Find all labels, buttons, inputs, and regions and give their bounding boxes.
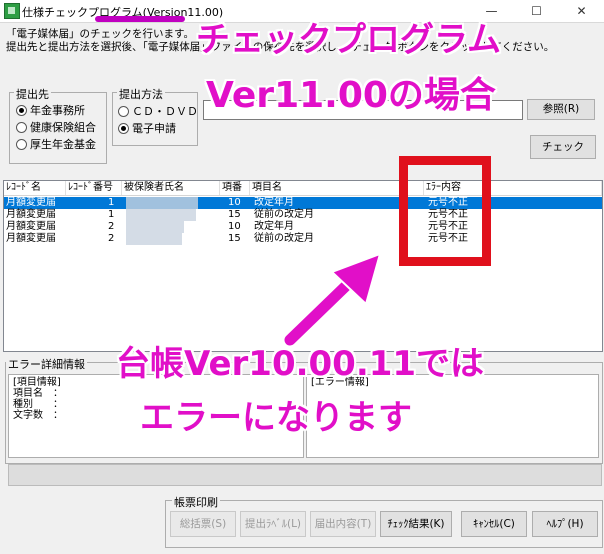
table-row[interactable]: 月額変更届 1 15 従前の改定月 元号不正 bbox=[4, 209, 602, 221]
close-button[interactable]: ✕ bbox=[559, 0, 604, 22]
check-button[interactable]: チェック bbox=[530, 135, 596, 159]
radio-electronic[interactable]: 電子申請 bbox=[118, 120, 176, 136]
annotation-arrow-icon bbox=[282, 252, 382, 348]
table-row[interactable]: 月額変更届 2 10 改定年月 元号不正 bbox=[4, 221, 602, 233]
radio-indicator bbox=[16, 104, 27, 116]
status-field bbox=[8, 464, 602, 486]
cell-record-no: 1 bbox=[108, 209, 115, 220]
cell-record-no: 2 bbox=[108, 233, 115, 244]
summary-button[interactable]: 総括票(S) bbox=[170, 511, 236, 537]
cell-record: 月額変更届 bbox=[6, 221, 56, 232]
submit-label-button[interactable]: 提出ﾗﾍﾞﾙ(L) bbox=[240, 511, 306, 537]
table-row[interactable]: 月額変更届 1 10 改定年月 元号不正 bbox=[4, 197, 602, 209]
cancel-button[interactable]: ｷｬﾝｾﾙ(C) bbox=[461, 511, 527, 537]
radio-label: ＣＤ・ＤＶＤ bbox=[132, 105, 198, 118]
cell-item-no: 15 bbox=[228, 233, 241, 244]
cell-item: 改定年月 bbox=[254, 221, 294, 232]
browse-button[interactable]: 参照(R) bbox=[527, 99, 595, 120]
radio-indicator bbox=[118, 105, 129, 117]
print-label: 帳票印刷 bbox=[172, 494, 220, 510]
cell-item: 改定年月 bbox=[254, 197, 294, 208]
cell-item: 従前の改定月 bbox=[254, 233, 314, 244]
radio-pension-office[interactable]: 年金事務所 bbox=[16, 102, 85, 118]
table-row[interactable]: 月額変更届 2 15 従前の改定月 元号不正 bbox=[4, 233, 602, 245]
check-result-button[interactable]: ﾁｪｯｸ結果(K) bbox=[380, 511, 452, 537]
radio-label: 年金事務所 bbox=[30, 104, 85, 117]
radio-health-insurance[interactable]: 健康保険組合 bbox=[16, 119, 96, 135]
cell-item-no: 10 bbox=[228, 221, 241, 232]
error-column-highlight bbox=[399, 156, 491, 266]
column-header[interactable]: ﾚｺｰﾄﾞ番号 bbox=[66, 181, 122, 195]
cell-item-no: 15 bbox=[228, 209, 241, 220]
column-header[interactable]: 被保険者氏名 bbox=[122, 181, 220, 195]
annotation-heading-line-2: Ver11.00の場合 bbox=[206, 75, 496, 116]
cell-item-no: 10 bbox=[228, 197, 241, 208]
radio-pension-fund[interactable]: 厚生年金基金 bbox=[16, 136, 96, 152]
radio-label: 健康保険組合 bbox=[30, 121, 96, 134]
annotation-note-line-1: 台帳Ver10.00.11では bbox=[116, 344, 485, 384]
app-icon bbox=[4, 3, 20, 19]
content-button[interactable]: 届出内容(T) bbox=[310, 511, 376, 537]
annotation-heading-line-1: チェックプログラム bbox=[196, 20, 501, 60]
highlight-underline bbox=[95, 16, 185, 22]
table-header: ﾚｺｰﾄﾞ名 ﾚｺｰﾄﾞ番号 被保険者氏名 項番 項目名 ｴﾗｰ内容 bbox=[4, 181, 602, 196]
redacted-name bbox=[126, 233, 182, 245]
redacted-name bbox=[126, 197, 198, 209]
radio-cd-dvd[interactable]: ＣＤ・ＤＶＤ bbox=[118, 103, 198, 119]
cell-record: 月額変更届 bbox=[6, 209, 56, 220]
column-header[interactable]: 項目名 bbox=[250, 181, 424, 195]
cell-record: 月額変更届 bbox=[6, 233, 56, 244]
error-detail-label: エラー詳細情報 bbox=[6, 356, 87, 372]
cell-record-no: 1 bbox=[108, 197, 115, 208]
cell-item: 従前の改定月 bbox=[254, 209, 314, 220]
radio-label: 厚生年金基金 bbox=[30, 138, 96, 151]
column-header[interactable]: 項番 bbox=[220, 181, 250, 195]
radio-indicator bbox=[16, 138, 27, 150]
cell-record-no: 2 bbox=[108, 221, 115, 232]
radio-indicator bbox=[16, 121, 27, 133]
maximize-button[interactable]: ☐ bbox=[514, 0, 559, 22]
submit-to-label: 提出先 bbox=[14, 86, 51, 102]
radio-label: 電子申請 bbox=[132, 122, 176, 135]
cell-record: 月額変更届 bbox=[6, 197, 56, 208]
help-button[interactable]: ﾍﾙﾌﾟ(H) bbox=[532, 511, 598, 537]
column-header[interactable]: ﾚｺｰﾄﾞ名 bbox=[4, 181, 66, 195]
method-label: 提出方法 bbox=[117, 86, 165, 102]
redacted-name bbox=[126, 209, 196, 221]
redacted-name bbox=[126, 221, 184, 233]
radio-indicator bbox=[118, 122, 129, 134]
annotation-note-line-2: エラーになります bbox=[140, 398, 412, 438]
